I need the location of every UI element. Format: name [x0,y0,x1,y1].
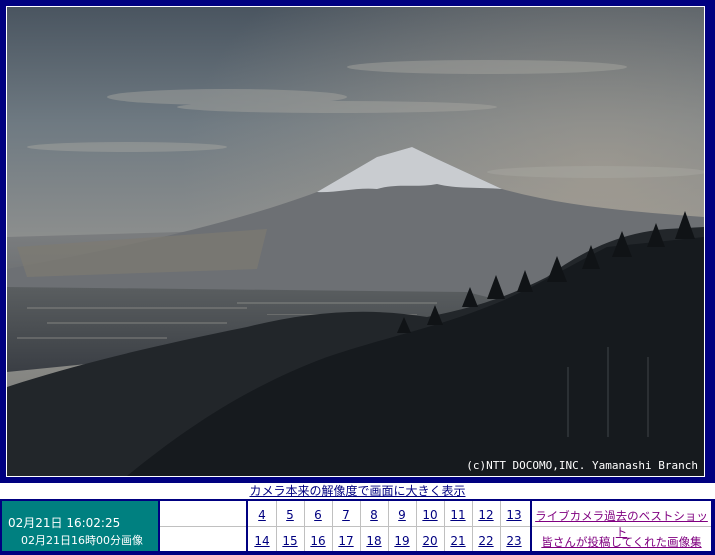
image-time: 02月21日16時00分画像 [21,534,143,547]
hour-link[interactable]: 17 [332,529,360,553]
hour-link[interactable]: 14 [248,529,276,553]
hour-link[interactable]: 11 [444,503,472,527]
hour-link[interactable]: 22 [472,529,500,553]
live-camera-image: (c)NTT DOCOMO,INC. Yamanashi Branch [6,6,705,477]
hour-link[interactable]: 6 [304,503,332,527]
hour-link[interactable]: 20 [416,529,444,553]
camera-frame: (c)NTT DOCOMO,INC. Yamanashi Branch [0,0,715,483]
divider [160,526,246,527]
current-time: 02月21日 16:02:25 [8,516,121,530]
hour-link[interactable]: 23 [500,529,528,553]
hour-link[interactable]: 19 [388,529,416,553]
hour-link[interactable]: 12 [472,503,500,527]
hour-link[interactable]: 8 [360,503,388,527]
mount-fuji-image [7,7,704,476]
control-bar: 02月21日 16:02:25 02月21日16時00分画像 4 5 6 7 8… [0,499,715,555]
blank-cell [160,501,246,551]
hour-link[interactable]: 5 [276,503,304,527]
hour-link[interactable]: 21 [444,529,472,553]
hour-link[interactable]: 16 [304,529,332,553]
enlarge-image-link[interactable]: カメラ本来の解像度で画面に大きく表示 [0,484,715,498]
hour-link[interactable]: 7 [332,503,360,527]
hour-link[interactable]: 15 [276,529,304,553]
hour-link[interactable]: 4 [248,503,276,527]
timestamp-box: 02月21日 16:02:25 02月21日16時00分画像 [2,501,158,551]
hour-selector: 4 5 6 7 8 9 10 11 12 13 14 15 16 17 18 1… [248,501,530,551]
hour-link[interactable]: 18 [360,529,388,553]
hour-link[interactable]: 9 [388,503,416,527]
user-posts-link[interactable]: 皆さんが投稿してくれた画像集 [532,534,711,550]
copyright-text: (c)NTT DOCOMO,INC. Yamanashi Branch [466,459,698,472]
hour-link[interactable]: 13 [500,503,528,527]
hour-link[interactable]: 10 [416,503,444,527]
gallery-links: ライブカメラ過去のベストショット 皆さんが投稿してくれた画像集 [532,501,711,551]
